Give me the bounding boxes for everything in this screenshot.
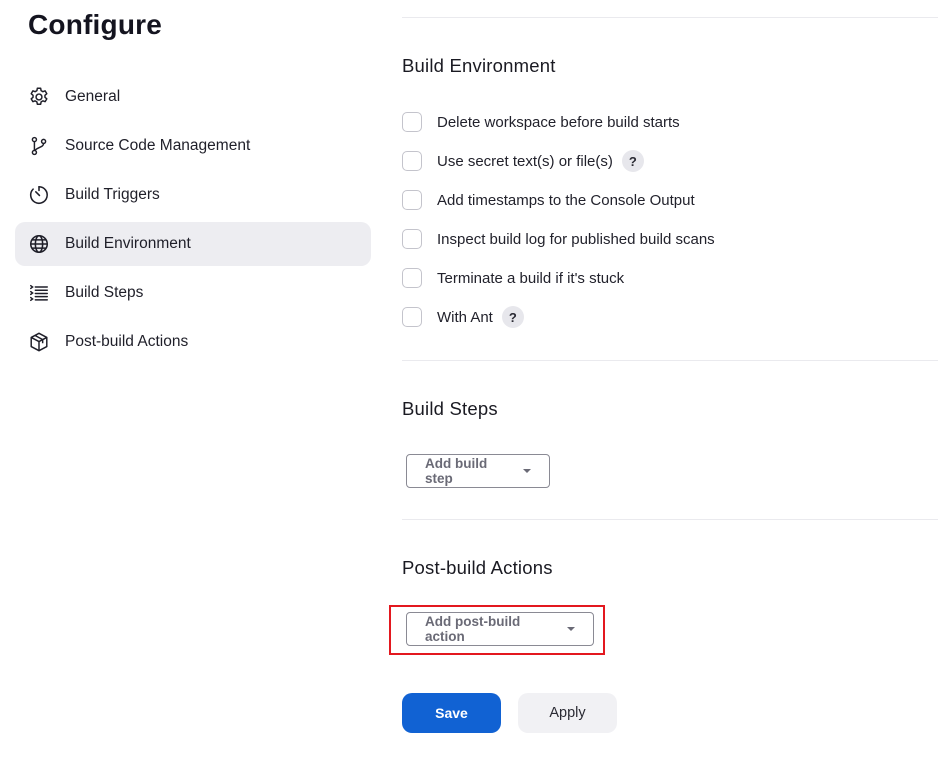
help-icon[interactable]: ? — [621, 150, 644, 172]
section-title-build-steps: Build Steps — [402, 398, 498, 419]
cube-icon — [28, 331, 50, 353]
option-with-ant: With Ant ? — [402, 305, 524, 329]
sidebar-item-build-steps[interactable]: Build Steps — [15, 271, 371, 315]
gear-icon — [28, 86, 50, 108]
option-timestamps: Add timestamps to the Console Output — [402, 188, 695, 212]
option-label[interactable]: Use secret text(s) or file(s) — [437, 153, 613, 170]
sidebar-item-post-build-actions[interactable]: Post-build Actions — [15, 320, 371, 364]
option-label[interactable]: Add timestamps to the Console Output — [437, 192, 695, 209]
checkbox[interactable] — [402, 151, 422, 171]
sidebar-item-build-environment[interactable]: Build Environment — [15, 222, 371, 266]
sidebar-item-label: Build Environment — [65, 235, 191, 252]
page-title: Configure — [28, 9, 163, 40]
sidebar-item-source-code-management[interactable]: Source Code Management — [15, 124, 371, 168]
add-build-step-label: Add build step — [425, 456, 488, 486]
git-branch-icon — [28, 135, 50, 157]
section-title-post-build-actions: Post-build Actions — [402, 557, 553, 578]
divider — [402, 17, 938, 18]
option-delete-workspace: Delete workspace before build starts — [402, 110, 680, 134]
checkbox[interactable] — [402, 268, 422, 288]
checkbox[interactable] — [402, 307, 422, 327]
add-build-step-button[interactable]: Add build step — [406, 454, 550, 488]
checkbox[interactable] — [402, 190, 422, 210]
divider — [402, 519, 938, 520]
sidebar-item-general[interactable]: General — [15, 75, 371, 119]
checkbox[interactable] — [402, 112, 422, 132]
apply-button[interactable]: Apply — [518, 693, 617, 733]
sidebar-item-label: Build Triggers — [65, 186, 160, 203]
globe-icon — [28, 233, 50, 255]
option-label[interactable]: Delete workspace before build starts — [437, 114, 680, 131]
option-inspect-build-log: Inspect build log for published build sc… — [402, 227, 715, 251]
option-label[interactable]: Terminate a build if it's stuck — [437, 270, 624, 287]
add-post-build-action-button[interactable]: Add post-build action — [406, 612, 594, 646]
option-terminate-stuck: Terminate a build if it's stuck — [402, 266, 624, 290]
sidebar-item-label: Source Code Management — [65, 137, 251, 154]
checkbox[interactable] — [402, 229, 422, 249]
timer-icon — [28, 184, 50, 206]
save-button[interactable]: Save — [402, 693, 501, 733]
caret-down-icon — [567, 627, 575, 631]
list-icon — [28, 282, 50, 304]
add-post-build-action-label: Add post-build action — [425, 614, 521, 644]
sidebar-item-build-triggers[interactable]: Build Triggers — [15, 173, 371, 217]
divider — [402, 360, 938, 361]
sidebar-item-label: Build Steps — [65, 284, 144, 301]
section-title-build-environment: Build Environment — [402, 55, 556, 76]
sidebar-item-label: General — [65, 88, 121, 105]
help-icon[interactable]: ? — [501, 306, 524, 328]
caret-down-icon — [523, 469, 531, 473]
option-label[interactable]: Inspect build log for published build sc… — [437, 231, 715, 248]
sidebar-item-label: Post-build Actions — [65, 333, 189, 350]
option-label[interactable]: With Ant — [437, 309, 493, 326]
option-secret-text: Use secret text(s) or file(s) ? — [402, 149, 644, 173]
sidebar: General Source Code Management Build Tri… — [15, 75, 371, 369]
